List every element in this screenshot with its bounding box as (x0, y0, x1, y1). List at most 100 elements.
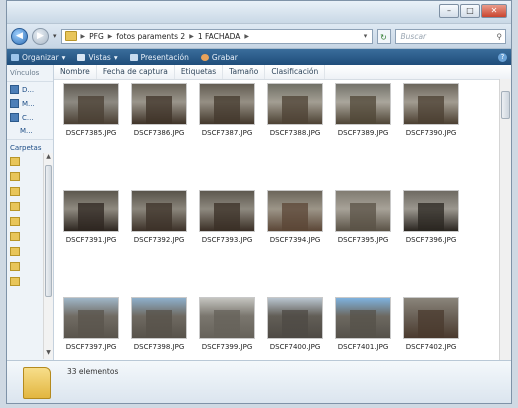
photo-thumbnail[interactable] (63, 190, 119, 232)
navigation-pane: Vínculos D... M... C... M... Carpetas ▲ … (7, 65, 54, 361)
photo-thumbnail[interactable] (63, 83, 119, 125)
photo-thumbnail[interactable] (199, 83, 255, 125)
file-name: DSCF7401.JPG (337, 343, 389, 351)
slideshow-icon (129, 53, 138, 61)
favorite-link[interactable]: D... (7, 82, 53, 96)
file-item[interactable]: DSCF7389.JPG (331, 81, 395, 151)
scroll-thumb[interactable] (45, 165, 52, 297)
breadcrumb-segment[interactable]: PFG (89, 32, 104, 41)
search-icon[interactable]: ⚲ (497, 32, 503, 41)
item-count: 33 elementos (67, 367, 119, 376)
folder-icon[interactable] (10, 247, 20, 256)
forward-arrow-icon[interactable]: ▶ (32, 27, 49, 45)
column-header-size[interactable]: Tamaño (223, 65, 266, 79)
file-list-scrollbar[interactable] (499, 79, 511, 361)
file-item[interactable]: DSCF7393.JPG (195, 188, 259, 258)
column-header-date[interactable]: Fecha de captura (97, 65, 175, 79)
folder-icon[interactable] (10, 187, 20, 196)
chevron-down-icon[interactable]: ▾ (360, 32, 372, 40)
photo-thumbnail[interactable] (267, 297, 323, 339)
photo-thumbnail[interactable] (63, 297, 119, 339)
folder-icon[interactable] (10, 232, 20, 241)
photo-thumbnail[interactable] (199, 297, 255, 339)
file-name: DSCF7385.JPG (65, 129, 117, 137)
views-button[interactable]: Vistas ▾ (77, 53, 118, 62)
file-item[interactable]: DSCF7395.JPG (331, 188, 395, 258)
photo-thumbnail[interactable] (335, 83, 391, 125)
close-button[interactable]: ✕ (481, 4, 507, 18)
folder-tree (10, 157, 20, 359)
photo-thumbnail[interactable] (267, 190, 323, 232)
file-name: DSCF7397.JPG (65, 343, 117, 351)
search-placeholder: Buscar (400, 31, 427, 41)
address-bar[interactable]: ▶ PFG ▶ fotos paraments 2 ▶ 1 FACHADA ▶ … (60, 28, 373, 44)
title-bar: – □ ✕ (7, 1, 511, 24)
minimize-button[interactable]: – (439, 4, 459, 18)
photo-thumbnail[interactable] (403, 83, 459, 125)
file-item[interactable]: DSCF7386.JPG (127, 81, 191, 151)
photo-thumbnail[interactable] (131, 83, 187, 125)
column-header-tags[interactable]: Etiquetas (175, 65, 224, 79)
folder-icon[interactable] (10, 217, 20, 226)
file-item[interactable]: DSCF7392.JPG (127, 188, 191, 258)
file-name: DSCF7389.JPG (337, 129, 389, 137)
scroll-up-icon[interactable]: ▲ (44, 153, 53, 163)
refresh-icon[interactable]: ↻ (376, 28, 391, 44)
folder-tree-scrollbar[interactable]: ▲ ▼ (43, 153, 53, 359)
file-item[interactable]: DSCF7394.JPG (263, 188, 327, 258)
organize-button[interactable]: Organizar ▾ (11, 53, 65, 62)
column-header-rating[interactable]: Clasificación (265, 65, 326, 79)
computer-icon (10, 113, 19, 122)
column-header-name[interactable]: Nombre (54, 65, 97, 79)
file-name: DSCF7398.JPG (133, 343, 185, 351)
burn-button[interactable]: Grabar (200, 53, 238, 62)
folder-icon[interactable] (10, 172, 20, 181)
details-pane: 33 elementos (7, 360, 511, 403)
breadcrumb-segment[interactable]: 1 FACHADA (198, 32, 241, 41)
window-controls: – □ ✕ (439, 4, 507, 18)
file-item[interactable]: DSCF7400.JPG (263, 295, 327, 365)
photo-thumbnail[interactable] (131, 297, 187, 339)
photo-thumbnail[interactable] (199, 190, 255, 232)
favorite-link[interactable]: M... (7, 124, 53, 137)
file-item[interactable]: DSCF7388.JPG (263, 81, 327, 151)
file-name: DSCF7402.JPG (405, 343, 457, 351)
scroll-down-icon[interactable]: ▼ (44, 349, 53, 359)
help-icon[interactable]: ? (498, 52, 507, 62)
folder-icon[interactable] (10, 157, 20, 166)
folder-icon[interactable] (10, 277, 20, 286)
file-item[interactable]: DSCF7396.JPG (399, 188, 463, 258)
photo-thumbnail[interactable] (403, 297, 459, 339)
column-headers: Nombre Fecha de captura Etiquetas Tamaño… (54, 65, 511, 80)
breadcrumb-segment[interactable]: fotos paraments 2 (116, 32, 185, 41)
folder-icon[interactable] (10, 262, 20, 271)
slideshow-button[interactable]: Presentación (129, 53, 189, 62)
file-name: DSCF7392.JPG (133, 236, 185, 244)
navigation-bar: ◀ ▶ ▾ ▶ PFG ▶ fotos paraments 2 ▶ 1 FACH… (7, 24, 511, 49)
search-input[interactable]: Buscar ⚲ (394, 28, 506, 44)
photo-thumbnail[interactable] (131, 190, 187, 232)
file-name: DSCF7391.JPG (65, 236, 117, 244)
file-item[interactable]: DSCF7387.JPG (195, 81, 259, 151)
favorite-link[interactable]: C... (7, 110, 53, 124)
photo-thumbnail[interactable] (267, 83, 323, 125)
views-icon (77, 53, 86, 61)
file-item[interactable]: DSCF7391.JPG (59, 188, 123, 258)
back-arrow-icon[interactable]: ◀ (11, 27, 28, 45)
maximize-button[interactable]: □ (460, 4, 480, 18)
file-item[interactable]: DSCF7397.JPG (59, 295, 123, 365)
folder-icon[interactable] (10, 202, 20, 211)
recent-pages-dropdown[interactable]: ▾ (53, 32, 57, 40)
favorite-link[interactable]: M... (7, 96, 53, 110)
file-item[interactable]: DSCF7399.JPG (195, 295, 259, 365)
file-item[interactable]: DSCF7398.JPG (127, 295, 191, 365)
file-item[interactable]: DSCF7390.JPG (399, 81, 463, 151)
photo-thumbnail[interactable] (403, 190, 459, 232)
photo-thumbnail[interactable] (335, 297, 391, 339)
file-item[interactable]: DSCF7402.JPG (399, 295, 463, 365)
file-grid: DSCF7385.JPG DSCF7386.JPG DSCF7387.JPG DSCF… (59, 81, 469, 359)
file-item[interactable]: DSCF7385.JPG (59, 81, 123, 151)
photo-thumbnail[interactable] (335, 190, 391, 232)
file-item[interactable]: DSCF7401.JPG (331, 295, 395, 365)
scroll-thumb[interactable] (501, 91, 510, 119)
